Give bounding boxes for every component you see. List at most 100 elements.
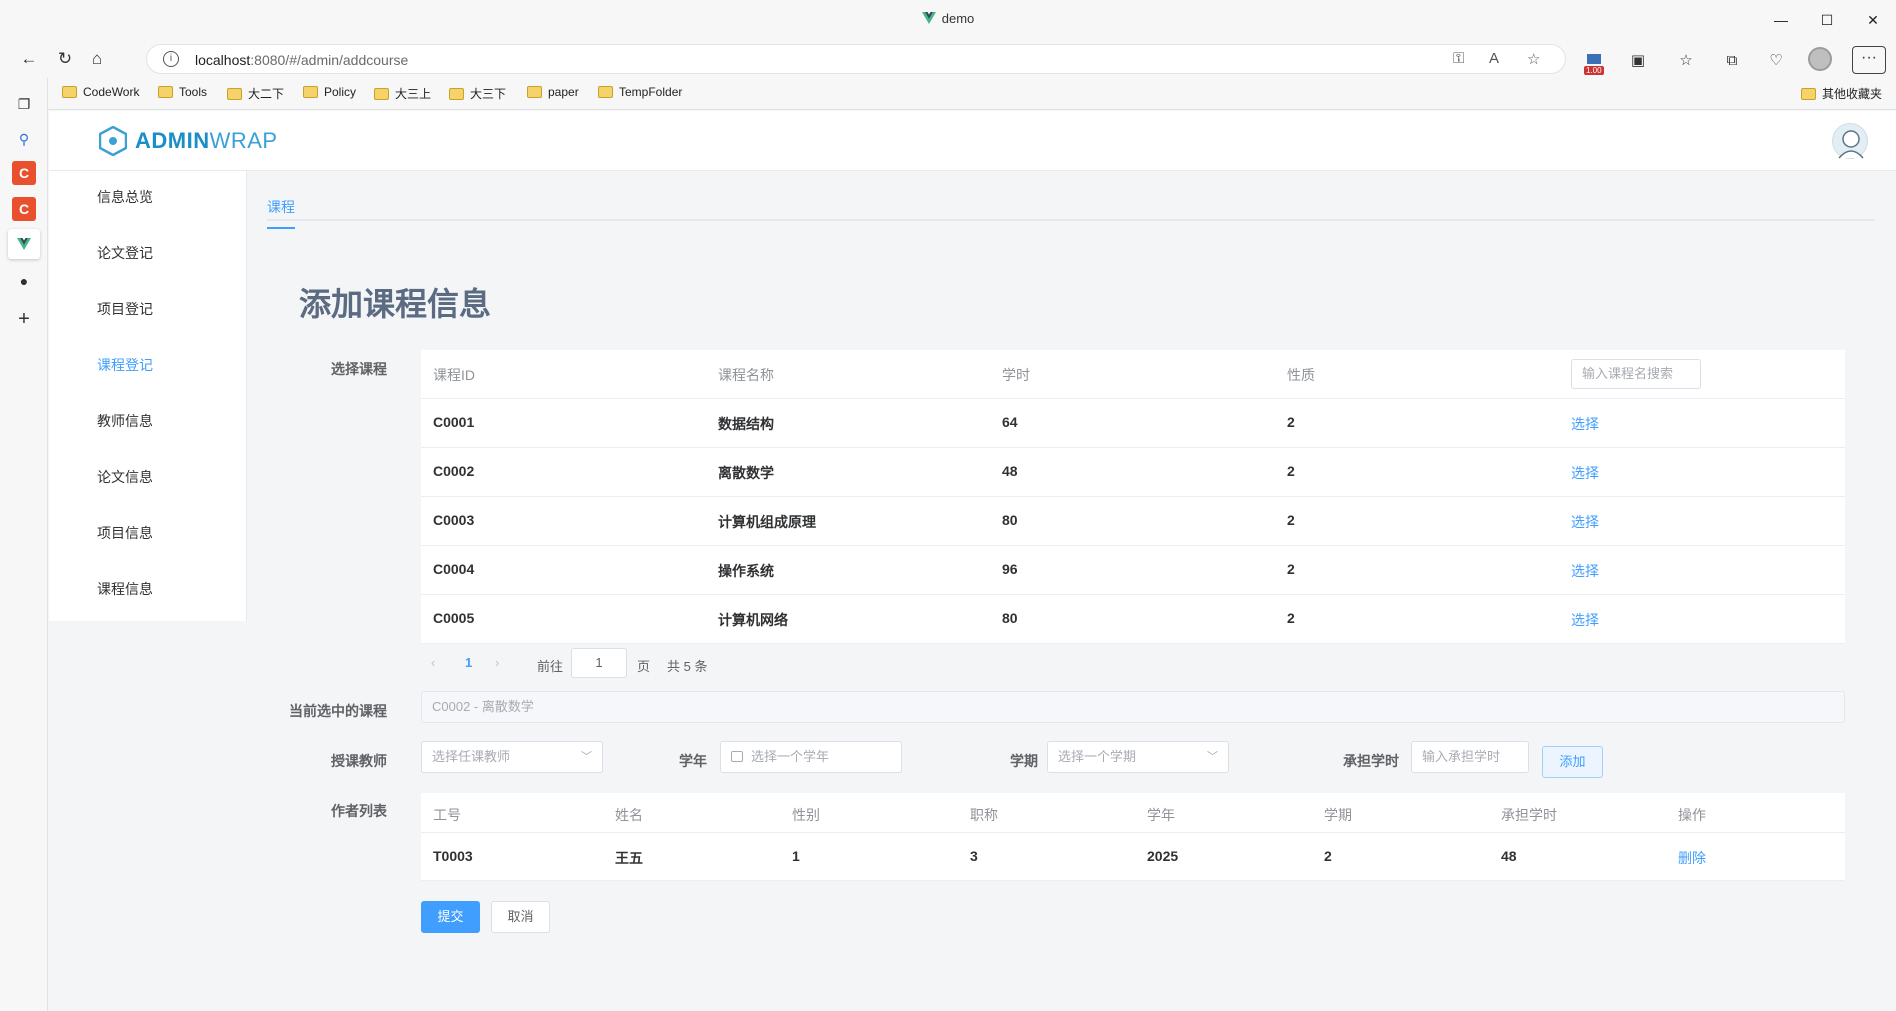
course-name-cell: 操作系统	[718, 563, 774, 579]
maximize-icon[interactable]: ☐	[1804, 0, 1850, 40]
column-header: 性质	[1287, 367, 1315, 383]
side-menu: 信息总览 论文登记 项目登记 课程登记 教师信息 论文信息 项目信息 课程信息	[49, 171, 247, 621]
github-icon[interactable]: ●	[12, 269, 36, 293]
course-id-cell: C0001	[433, 414, 475, 430]
select-course-link[interactable]: 选择	[1571, 512, 1599, 532]
read-aloud-icon[interactable]: A	[1489, 50, 1499, 67]
course-table: 课程ID 课程名称 学时 性质 输入课程名搜索 C0001 数据结构 64 2 …	[421, 350, 1845, 644]
pagination: ‹ 1 › 前往 1 页 共 5 条	[421, 647, 741, 681]
column-header: 学年	[1147, 807, 1175, 823]
home-icon[interactable]: ⌂	[84, 46, 110, 72]
bookmarks-bar: CodeWork Tools 大二下 Policy 大三上 大三下 paper …	[0, 78, 1896, 110]
menu-item-project-info[interactable]: 项目信息	[97, 523, 153, 543]
close-icon[interactable]: ✕	[1850, 0, 1896, 40]
cancel-button[interactable]: 取消	[491, 901, 550, 933]
app-logo[interactable]: ADMINWRAP	[99, 126, 278, 156]
bookmark-folder[interactable]: 大三下	[449, 85, 506, 102]
select-course-link[interactable]: 选择	[1571, 463, 1599, 483]
hours-label: 承担学时	[1343, 753, 1399, 769]
course-type-cell: 2	[1287, 512, 1295, 528]
back-icon[interactable]: ←	[16, 46, 42, 72]
folder-icon	[227, 87, 242, 100]
folder-icon	[374, 87, 389, 100]
more-menu-icon[interactable]: ···	[1852, 46, 1886, 74]
submit-button[interactable]: 提交	[421, 901, 480, 933]
term-select[interactable]: 选择一个学期 ﹀	[1047, 741, 1229, 773]
table-row: T0003 王五 1 3 2025 2 48 删除	[421, 833, 1845, 881]
bookmark-folder[interactable]: paper	[527, 85, 579, 99]
prev-page-icon[interactable]: ‹	[431, 655, 435, 670]
bookmark-folder[interactable]: 大三上	[374, 85, 431, 102]
key-icon[interactable]: ⚿	[1453, 50, 1464, 67]
extension-puzzle-icon[interactable]: ▣	[1626, 48, 1650, 72]
bookmark-folder[interactable]: TempFolder	[598, 85, 682, 99]
menu-item-paper-register[interactable]: 论文登记	[97, 243, 153, 263]
course-search-input[interactable]: 输入课程名搜索	[1571, 359, 1701, 389]
menu-item-paper-info[interactable]: 论文信息	[97, 467, 153, 487]
other-bookmarks-folder[interactable]: 其他收藏夹	[1801, 85, 1882, 102]
tab-bar: 课程	[267, 171, 1875, 229]
year-picker[interactable]: 选择一个学年	[720, 741, 902, 773]
collections-icon[interactable]: ⧉	[1720, 48, 1744, 72]
title-cell: 3	[970, 848, 978, 864]
chevron-down-icon: ﹀	[581, 751, 592, 763]
menu-item-course-info[interactable]: 课程信息	[97, 579, 153, 599]
address-bar[interactable]: i localhost:8080/#/admin/addcourse ⚿ A ☆	[146, 44, 1566, 74]
browser-navbar: ← ↻ ⌂ i localhost:8080/#/admin/addcourse…	[0, 40, 1896, 78]
extension-icon[interactable]: 1.00	[1582, 48, 1606, 75]
user-avatar[interactable]	[1832, 123, 1868, 159]
select-course-link[interactable]: 选择	[1571, 414, 1599, 434]
refresh-icon[interactable]: ↻	[52, 46, 78, 72]
column-header: 职称	[970, 807, 998, 823]
select-course-link[interactable]: 选择	[1571, 561, 1599, 581]
bookmark-folder[interactable]: Policy	[303, 85, 356, 99]
menu-item-teacher-info[interactable]: 教师信息	[97, 411, 153, 431]
menu-item-course-register[interactable]: 课程登记	[97, 355, 153, 375]
vue-logo-icon	[921, 12, 936, 24]
bookmark-folder[interactable]: 大二下	[227, 85, 284, 102]
course-hours-cell: 80	[1002, 512, 1018, 528]
gender-cell: 1	[792, 848, 800, 864]
main-content: 课程 添加课程信息 选择课程 课程ID 课程名称 学时 性质 输入课程名搜索 C…	[247, 171, 1896, 1011]
minimize-icon[interactable]: —	[1758, 0, 1804, 40]
menu-item-overview[interactable]: 信息总览	[97, 187, 153, 207]
term-label: 学期	[1010, 753, 1038, 769]
calendar-icon	[731, 751, 743, 762]
browser-titlebar: demo — ☐ ✕	[0, 0, 1896, 40]
page-number[interactable]: 1	[465, 655, 472, 670]
tab-favicon-c-icon[interactable]: C	[12, 197, 36, 221]
select-course-label: 选择课程	[331, 361, 387, 377]
goto-page-input[interactable]: 1	[571, 648, 627, 678]
browser-essentials-icon[interactable]: ♡	[1764, 48, 1788, 72]
select-course-link[interactable]: 选择	[1571, 610, 1599, 630]
page-unit-label: 页	[637, 659, 651, 674]
column-header: 课程ID	[433, 367, 475, 383]
bookmark-folder[interactable]: CodeWork	[62, 85, 139, 99]
add-teacher-button[interactable]: 添加	[1542, 746, 1603, 778]
author-list-label: 作者列表	[331, 803, 387, 819]
next-page-icon[interactable]: ›	[495, 655, 499, 670]
bookmark-folder[interactable]: Tools	[158, 85, 207, 99]
tab-favicon-vue-icon[interactable]	[8, 229, 40, 259]
course-name-cell: 计算机网络	[718, 612, 788, 628]
app-header: ADMINWRAP	[49, 111, 1896, 171]
menu-item-project-register[interactable]: 项目登记	[97, 299, 153, 319]
profile-avatar[interactable]	[1808, 47, 1832, 71]
tab-course[interactable]: 课程	[267, 197, 295, 229]
favorites-icon[interactable]: ☆	[1674, 48, 1698, 72]
hours-input[interactable]: 输入承担学时	[1411, 741, 1529, 773]
search-icon[interactable]: ⚲	[12, 127, 36, 151]
column-header: 操作	[1678, 807, 1706, 823]
hexagon-logo-icon	[99, 126, 127, 156]
delete-link[interactable]: 删除	[1678, 848, 1706, 868]
url-text[interactable]: localhost:8080/#/admin/addcourse	[195, 52, 408, 68]
course-id-cell: C0002	[433, 463, 475, 479]
favorite-star-icon[interactable]: ☆	[1527, 50, 1540, 68]
site-info-icon[interactable]: i	[163, 51, 179, 67]
teacher-select[interactable]: 选择任课教师 ﹀	[421, 741, 603, 773]
course-hours-cell: 80	[1002, 610, 1018, 626]
tabs-icon[interactable]: ❐	[12, 92, 36, 116]
new-tab-plus-icon[interactable]: +	[12, 307, 36, 331]
tab-favicon-c-icon[interactable]: C	[12, 161, 36, 185]
column-header: 工号	[433, 807, 461, 823]
